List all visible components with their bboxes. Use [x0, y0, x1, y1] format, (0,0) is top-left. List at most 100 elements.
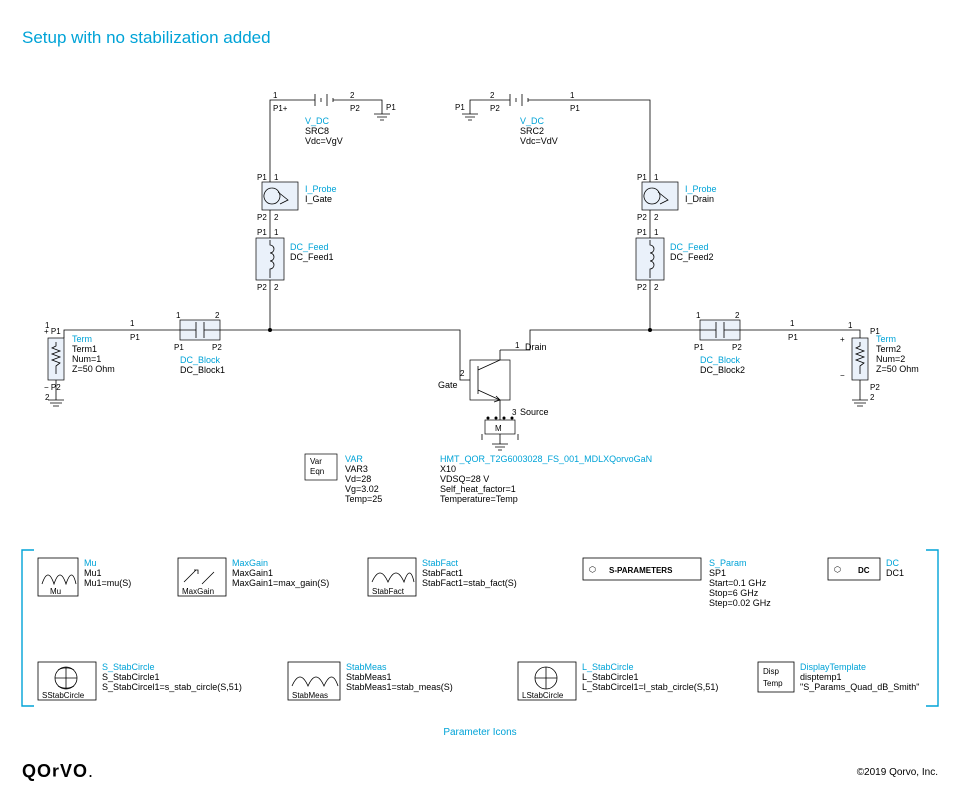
svg-text:SRC8: SRC8: [305, 126, 329, 136]
svg-text:Num=2: Num=2: [876, 354, 905, 364]
bracket-left: [20, 548, 36, 708]
svg-text:VDSQ=28 V: VDSQ=28 V: [440, 474, 489, 484]
svg-text:DC: DC: [858, 566, 870, 575]
svg-text:1: 1: [176, 311, 181, 320]
icon-maxgain: MaxGain MaxGain MaxGain1 MaxGain1=max_ga…: [176, 556, 366, 606]
i-probe-left: P11 I_Probe I_Gate: [257, 173, 337, 210]
svg-text:VAR3: VAR3: [345, 464, 368, 474]
schematic-diagram: + P1 − P2 1 2 Term Term1 Num=1 Z=50 Ohm …: [30, 70, 930, 590]
svg-text:Eqn: Eqn: [310, 467, 324, 476]
svg-text:1: 1: [274, 228, 279, 237]
svg-text:P1: P1: [386, 103, 396, 112]
svg-text:Source: Source: [520, 407, 549, 417]
svg-text:P2: P2: [732, 343, 742, 352]
i-probe-right: P1 1 I_Probe I_Drain: [637, 173, 717, 210]
svg-text:DC_Block: DC_Block: [180, 355, 221, 365]
svg-text:S_StabCircle: S_StabCircle: [102, 662, 155, 672]
svg-text:DC_Feed1: DC_Feed1: [290, 252, 334, 262]
svg-text:P1: P1: [130, 333, 140, 342]
svg-text:1: 1: [696, 311, 701, 320]
svg-text:VAR: VAR: [345, 454, 363, 464]
svg-text:MaxGain1: MaxGain1: [232, 568, 273, 578]
svg-text:L_StabCircle1: L_StabCircle1: [582, 672, 639, 682]
dc-feed-left: P11 DC_Feed DC_Feed1: [256, 228, 334, 280]
svg-text:Z=50 Ohm: Z=50 Ohm: [876, 364, 919, 374]
svg-text:P2: P2: [350, 104, 360, 113]
svg-text:Vdc=VdV: Vdc=VdV: [520, 136, 558, 146]
svg-text:S-PARAMETERS: S-PARAMETERS: [609, 566, 673, 575]
icon-mu: Mu Mu Mu1 Mu1=mu(S): [36, 556, 176, 606]
svg-text:P1+: P1+: [273, 104, 288, 113]
svg-text:StabMeas: StabMeas: [346, 662, 387, 672]
svg-text:SP1: SP1: [709, 568, 726, 578]
svg-text:Vg=3.02: Vg=3.02: [345, 484, 379, 494]
svg-text:Start=0.1 GHz: Start=0.1 GHz: [709, 578, 767, 588]
icon-lstab: LStabCircle L_StabCircle L_StabCircle1 L…: [516, 660, 746, 710]
transistor-params: HMT_QOR_T2G6003028_FS_001_MDLXQorvoGaN X…: [440, 454, 652, 504]
svg-text:2: 2: [274, 213, 279, 222]
svg-text:disptemp1: disptemp1: [800, 672, 842, 682]
svg-text:StabFact: StabFact: [372, 587, 405, 596]
svg-text:LStabCircle: LStabCircle: [522, 691, 564, 700]
svg-text:DC1: DC1: [886, 568, 904, 578]
svg-text:S_Param: S_Param: [709, 558, 747, 568]
svg-text:M: M: [495, 424, 502, 433]
svg-text:Step=0.02 GHz: Step=0.02 GHz: [709, 598, 771, 608]
term-left: + P1 − P2 1 2 Term Term1 Num=1 Z=50 Ohm: [44, 321, 115, 406]
svg-text:P2: P2: [257, 213, 267, 222]
svg-text:L_StabCircel1=l_stab_circle(S,: L_StabCircel1=l_stab_circle(S,51): [582, 682, 718, 692]
svg-text:1: 1: [654, 173, 659, 182]
vdc-left: 2P2 V_DC SRC8 Vdc=VgV: [305, 91, 370, 146]
svg-text:I_Probe: I_Probe: [685, 184, 717, 194]
var-block: Var Eqn VAR VAR3 Vd=28 Vg=3.02 Temp=25: [305, 454, 382, 504]
svg-text:Var: Var: [310, 457, 322, 466]
svg-text:Term1: Term1: [72, 344, 97, 354]
svg-text:2: 2: [350, 91, 355, 100]
svg-text:Mu: Mu: [50, 587, 61, 596]
svg-text:2: 2: [490, 91, 495, 100]
svg-text:P2: P2: [257, 283, 267, 292]
svg-text:2: 2: [654, 213, 659, 222]
svg-text:I_Drain: I_Drain: [685, 194, 714, 204]
svg-text:Term2: Term2: [876, 344, 901, 354]
svg-text:2: 2: [45, 393, 50, 402]
svg-text:Z=50 Ohm: Z=50 Ohm: [72, 364, 115, 374]
icon-disptemp: Disp Temp DisplayTemplate disptemp1 "S_P…: [756, 660, 956, 710]
dc-feed-right: P11 DC_Feed DC_Feed2: [636, 228, 714, 280]
svg-text:−: −: [840, 371, 845, 380]
svg-text:Vdc=VgV: Vdc=VgV: [305, 136, 343, 146]
svg-text:Vd=28: Vd=28: [345, 474, 371, 484]
svg-text:2: 2: [460, 369, 465, 378]
svg-text:Gate: Gate: [438, 380, 458, 390]
svg-text:P1: P1: [570, 104, 580, 113]
svg-text:P1: P1: [455, 103, 465, 112]
icon-stabmeas: StabMeas StabMeas StabMeas1 StabMeas1=st…: [286, 660, 496, 710]
svg-text:2: 2: [654, 283, 659, 292]
dc-block-left: 12 P1P2 DC_Block DC_Block1: [174, 311, 225, 375]
svg-text:StabMeas1=stab_meas(S): StabMeas1=stab_meas(S): [346, 682, 453, 692]
icon-sstab: SStabCircle S_StabCircle S_StabCircle1 S…: [36, 660, 266, 710]
svg-text:MaxGain: MaxGain: [232, 558, 268, 568]
svg-text:P1: P1: [257, 173, 267, 182]
svg-text:P1: P1: [788, 333, 798, 342]
svg-text:DC_Feed: DC_Feed: [290, 242, 329, 252]
svg-text:P1: P1: [637, 173, 647, 182]
svg-text:P2: P2: [870, 383, 880, 392]
svg-text:P2: P2: [490, 104, 500, 113]
svg-text:Num=1: Num=1: [72, 354, 101, 364]
svg-text:MaxGain1=max_gain(S): MaxGain1=max_gain(S): [232, 578, 329, 588]
svg-text:P1: P1: [174, 343, 184, 352]
svg-text:2: 2: [870, 393, 875, 402]
svg-text:StabFact1: StabFact1: [422, 568, 463, 578]
footer-logo: QOrVO.: [22, 761, 94, 782]
svg-text:S_StabCircel1=s_stab_circle(S,: S_StabCircel1=s_stab_circle(S,51): [102, 682, 242, 692]
svg-text:DisplayTemplate: DisplayTemplate: [800, 662, 866, 672]
svg-text:X10: X10: [440, 464, 456, 474]
svg-text:P1: P1: [637, 228, 647, 237]
svg-text:− P2: − P2: [44, 383, 61, 392]
svg-text:DC_Feed2: DC_Feed2: [670, 252, 714, 262]
svg-text:1: 1: [273, 91, 278, 100]
svg-text:HMT_QOR_T2G6003028_FS_001_MDLX: HMT_QOR_T2G6003028_FS_001_MDLXQorvoGaN: [440, 454, 652, 464]
svg-text:SRC2: SRC2: [520, 126, 544, 136]
svg-text:Drain: Drain: [525, 342, 547, 352]
